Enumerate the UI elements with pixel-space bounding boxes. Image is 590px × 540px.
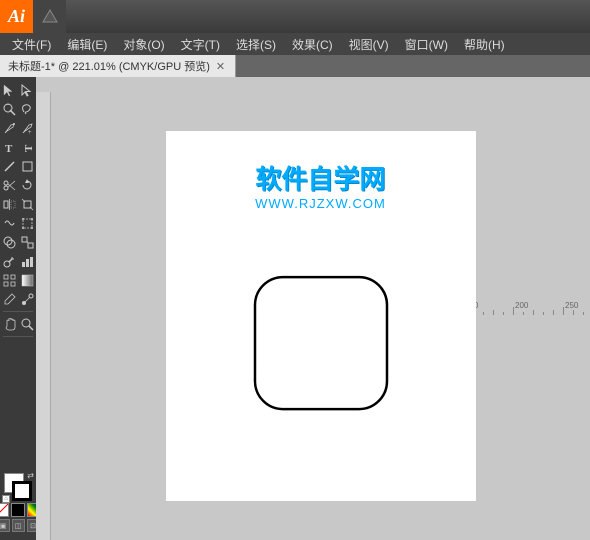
inside-draw-mode[interactable]: ⊡ — [27, 519, 37, 532]
app-name-label: Ai — [8, 6, 25, 27]
tool-row-11 — [0, 271, 36, 289]
reflect-tool[interactable] — [0, 195, 18, 213]
stroke-box[interactable] — [12, 481, 32, 501]
tool-row-3: + — [0, 119, 36, 137]
pen-tool[interactable] — [0, 119, 18, 137]
svg-text:T: T — [5, 143, 13, 154]
behind-draw-mode[interactable]: ◫ — [12, 519, 25, 532]
scissors-tool[interactable] — [0, 176, 18, 194]
tab-label: 未标题-1* @ 221.01% (CMYK/GPU 预览) — [8, 58, 210, 74]
free-transform-tool[interactable] — [18, 214, 36, 232]
vertical-type-tool[interactable]: T — [18, 138, 36, 156]
rect-tool[interactable] — [18, 157, 36, 175]
ruler-left — [36, 92, 51, 540]
menu-item-effect[interactable]: 效果(C) — [284, 34, 341, 55]
column-graph-tool[interactable] — [18, 252, 36, 270]
mesh-tool[interactable] — [0, 271, 18, 289]
tool-row-8 — [0, 214, 36, 232]
menu-item-window[interactable]: 窗口(W) — [397, 34, 456, 55]
draw-mode-row: ▣ ◫ ⊡ — [0, 519, 36, 532]
eyedropper-tool[interactable] — [0, 290, 18, 308]
watermark-url: WWW.RJZXW.COM — [166, 196, 476, 211]
tool-row-1 — [0, 81, 36, 99]
wing-svg — [41, 8, 59, 26]
type-tool[interactable]: T — [0, 138, 18, 156]
gradient-tool[interactable] — [18, 271, 36, 289]
gradient-swatch[interactable] — [27, 503, 36, 517]
menu-item-edit[interactable]: 编辑(E) — [59, 34, 115, 55]
symbol-sprayer-tool[interactable] — [0, 252, 18, 270]
title-bar-wing-icon[interactable] — [33, 0, 66, 33]
tool-row-9 — [0, 233, 36, 251]
toolbar-separator-2 — [3, 336, 33, 337]
swap-colors-icon[interactable]: ⇄ — [27, 471, 34, 480]
menu-item-file[interactable]: 文件(F) — [4, 34, 59, 55]
document-tab[interactable]: 未标题-1* @ 221.01% (CMYK/GPU 预览) ✕ — [0, 55, 236, 77]
canvas-area: 50100150200250300350400450500550 软件自学网 W… — [36, 77, 590, 540]
tab-bar: 未标题-1* @ 221.01% (CMYK/GPU 预览) ✕ — [0, 55, 590, 77]
lasso-tool[interactable] — [18, 100, 36, 118]
hand-tool[interactable] — [0, 315, 18, 333]
rotate-tool[interactable] — [18, 176, 36, 194]
rounded-rect-shape[interactable] — [251, 273, 391, 416]
zoom-tool[interactable] — [18, 315, 36, 333]
menu-item-object[interactable]: 对象(O) — [115, 34, 172, 55]
scale-tool[interactable] — [18, 195, 36, 213]
app-logo: Ai — [0, 0, 33, 33]
menu-item-text[interactable]: 文字(T) — [173, 34, 228, 55]
menu-bar: 文件(F)编辑(E)对象(O)文字(T)选择(S)效果(C)视图(V)窗口(W)… — [0, 33, 590, 55]
tool-row-12 — [0, 290, 36, 308]
direct-selection-tool[interactable] — [18, 81, 36, 99]
main-area: + T T — [0, 77, 590, 540]
color-area: ⇄ ⌂ ▣ ◫ ⊡ — [0, 469, 36, 536]
stroke-box-inner — [15, 484, 29, 498]
canvas-content[interactable]: 软件自学网 WWW.RJZXW.COM — [51, 92, 590, 540]
tool-row-2 — [0, 100, 36, 118]
black-swatch[interactable] — [11, 503, 25, 517]
rounded-rect-svg — [251, 273, 391, 413]
add-anchor-tool[interactable]: + — [18, 119, 36, 137]
toolbar-separator — [3, 311, 33, 312]
menu-item-select[interactable]: 选择(S) — [228, 34, 284, 55]
tool-row-10 — [0, 252, 36, 270]
title-bar: Ai — [0, 0, 590, 33]
tool-row-5 — [0, 157, 36, 175]
svg-text:+: + — [28, 130, 32, 135]
menu-item-view[interactable]: 视图(V) — [341, 34, 397, 55]
warp-tool[interactable] — [0, 214, 18, 232]
line-tool[interactable] — [0, 157, 18, 175]
normal-draw-mode[interactable]: ▣ — [0, 519, 10, 532]
reset-colors-icon[interactable]: ⌂ — [2, 495, 10, 503]
perspective-tool[interactable] — [18, 233, 36, 251]
color-modes-row — [0, 503, 36, 517]
tool-row-6 — [0, 176, 36, 194]
toolbar: + T T — [0, 77, 36, 540]
selection-tool[interactable] — [0, 81, 18, 99]
shapebuilder-tool[interactable] — [0, 233, 18, 251]
watermark-title: 软件自学网 — [166, 159, 476, 196]
blend-tool[interactable] — [18, 290, 36, 308]
tool-row-13 — [0, 315, 36, 333]
magic-wand-tool[interactable] — [0, 100, 18, 118]
artboard[interactable]: 软件自学网 WWW.RJZXW.COM — [166, 131, 476, 501]
svg-text:T: T — [23, 144, 34, 152]
watermark: 软件自学网 WWW.RJZXW.COM — [166, 159, 476, 211]
no-color-swatch[interactable] — [0, 503, 9, 517]
menu-item-help[interactable]: 帮助(H) — [456, 34, 513, 55]
tab-close-button[interactable]: ✕ — [214, 60, 227, 73]
tool-row-4: T T — [0, 138, 36, 156]
tool-row-7 — [0, 195, 36, 213]
fill-stroke-area[interactable]: ⇄ ⌂ — [4, 473, 32, 501]
